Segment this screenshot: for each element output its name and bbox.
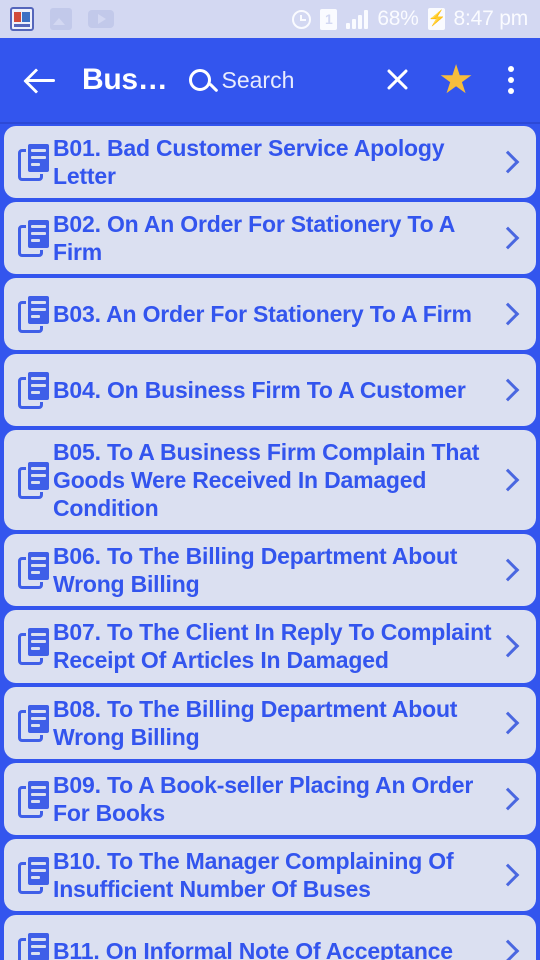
list-item[interactable]: B07. To The Client In Reply To Complaint… <box>4 610 536 683</box>
document-copy-icon <box>18 294 52 334</box>
list-item-title: B11. On Informal Note Of Acceptance <box>53 937 453 960</box>
list-item-title: B08. To The Billing Department About Wro… <box>53 695 458 750</box>
list-item[interactable]: B01. Bad Customer Service Apology Letter <box>4 126 536 199</box>
chevron-right-icon <box>496 559 520 582</box>
close-button[interactable] <box>378 61 416 99</box>
status-bar-left <box>10 7 114 31</box>
letter-list[interactable]: B01. Bad Customer Service Apology Letter… <box>0 124 540 960</box>
chevron-right-icon <box>496 787 520 810</box>
app-bar: Bus… Search ★ <box>0 38 540 124</box>
dictionary-app-icon <box>10 7 34 31</box>
alarm-icon <box>292 9 312 29</box>
list-item[interactable]: B06. To The Billing Department About Wro… <box>4 534 536 607</box>
list-item[interactable]: B04. On Business Firm To A Customer <box>4 354 536 427</box>
list-item[interactable]: B02. On An Order For Stationery To A Fir… <box>4 202 536 275</box>
list-item-title: B03. An Order For Stationery To A Firm <box>53 301 472 328</box>
list-item[interactable]: B11. On Informal Note Of Acceptance <box>4 914 536 960</box>
status-bar: 1 68% 8:47 pm <box>0 0 540 38</box>
list-item[interactable]: B05. To A Business Firm Complain That Go… <box>4 430 536 531</box>
sim-indicator-icon: 1 <box>320 8 338 30</box>
list-item-title: B04. On Business Firm To A Customer <box>53 377 466 404</box>
favorite-button[interactable]: ★ <box>438 60 474 100</box>
document-copy-icon <box>18 778 52 819</box>
back-button[interactable] <box>18 57 64 103</box>
chevron-right-icon <box>496 302 520 326</box>
list-item-title: B10. To The Manager Complaining Of Insuf… <box>53 847 454 902</box>
back-arrow-icon <box>18 57 64 103</box>
list-item[interactable]: B08. To The Billing Department About Wro… <box>4 686 536 759</box>
search-icon <box>189 69 212 91</box>
chevron-right-icon <box>496 863 520 887</box>
photo-icon <box>50 8 72 30</box>
clock-label: 8:47 pm <box>453 7 529 30</box>
close-icon <box>378 61 416 99</box>
document-copy-icon <box>18 930 52 960</box>
youtube-play-icon <box>88 10 114 28</box>
battery-percent-label: 68% <box>377 7 419 30</box>
page-title: Bus… <box>82 63 168 96</box>
document-copy-icon <box>18 142 52 182</box>
document-copy-icon <box>18 702 52 743</box>
chevron-right-icon <box>496 711 520 734</box>
document-copy-icon <box>18 550 52 590</box>
overflow-menu-icon <box>496 62 526 98</box>
chevron-right-icon <box>496 635 520 658</box>
list-item-title: B01. Bad Customer Service Apology Letter <box>53 135 445 190</box>
status-bar-right: 1 68% 8:47 pm <box>292 7 528 31</box>
chevron-right-icon <box>496 939 520 960</box>
chevron-right-icon <box>496 378 520 402</box>
document-copy-icon <box>18 854 52 895</box>
document-copy-icon <box>18 218 52 258</box>
list-item-title: B06. To The Billing Department About Wro… <box>53 543 458 598</box>
list-item[interactable]: B09. To A Book-seller Placing An Order F… <box>4 762 536 835</box>
document-copy-icon <box>18 626 52 666</box>
app-screen: 1 68% 8:47 pm Bus… Search ★ <box>0 0 540 960</box>
overflow-menu-button[interactable] <box>496 62 526 98</box>
chevron-right-icon <box>496 226 520 250</box>
search-label: Search <box>221 66 295 93</box>
list-item-title: B09. To A Book-seller Placing An Order F… <box>53 771 474 826</box>
document-copy-icon <box>18 370 52 410</box>
chevron-right-icon <box>496 468 520 492</box>
list-item[interactable]: B10. To The Manager Complaining Of Insuf… <box>4 838 536 911</box>
search-button[interactable]: Search <box>189 67 294 94</box>
list-item-title: B07. To The Client In Reply To Complaint… <box>53 619 492 674</box>
battery-charging-bolt-icon <box>427 8 445 30</box>
signal-bars-icon <box>346 9 369 29</box>
document-copy-icon <box>18 460 52 500</box>
list-item-title: B05. To A Business Firm Complain That Go… <box>53 439 480 522</box>
app-bar-actions: ★ <box>378 60 526 100</box>
list-item-title: B02. On An Order For Stationery To A Fir… <box>53 211 455 266</box>
list-item[interactable]: B03. An Order For Stationery To A Firm <box>4 278 536 351</box>
chevron-right-icon <box>496 150 520 174</box>
star-icon: ★ <box>438 58 474 102</box>
